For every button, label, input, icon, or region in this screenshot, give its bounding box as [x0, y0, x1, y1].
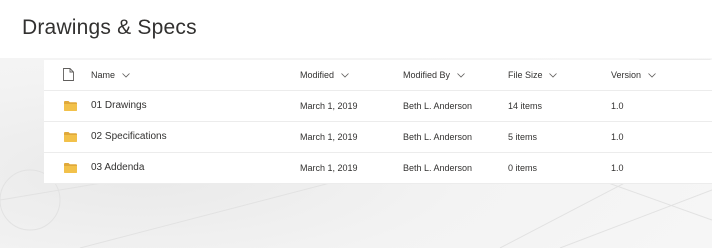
modified-date: March 1, 2019	[300, 132, 358, 142]
folder-icon	[64, 163, 77, 175]
column-header-row: Name Modified Modified By File Size Vers…	[44, 60, 712, 91]
folder-name-link[interactable]: 03 Addenda	[91, 153, 144, 183]
modified-by: Beth L. Anderson	[403, 132, 473, 142]
version: 1.0	[611, 132, 624, 142]
page-title: Drawings & Specs	[22, 16, 197, 39]
file-type-icon[interactable]	[63, 68, 74, 83]
file-size: 0 items	[508, 163, 538, 173]
table-row[interactable]: 01 Drawings March 1, 2019 Beth L. Anders…	[44, 91, 712, 122]
version: 1.0	[611, 163, 624, 173]
column-header-name[interactable]: Name	[91, 60, 130, 90]
column-header-modified-by[interactable]: Modified By	[403, 60, 465, 90]
column-header-modified-label: Modified	[300, 70, 335, 80]
chevron-down-icon	[549, 73, 557, 78]
folder-icon	[64, 101, 77, 113]
modified-date: March 1, 2019	[300, 163, 358, 173]
folder-name-link[interactable]: 02 Specifications	[91, 122, 167, 152]
chevron-down-icon	[647, 73, 656, 78]
document-list: Name Modified Modified By File Size Vers…	[44, 60, 712, 184]
version: 1.0	[611, 101, 624, 111]
modified-by: Beth L. Anderson	[403, 101, 473, 111]
chevron-down-icon	[121, 73, 130, 78]
chevron-down-icon	[456, 73, 465, 78]
column-header-version[interactable]: Version	[611, 60, 656, 90]
file-size: 5 items	[508, 132, 538, 142]
column-header-modified-by-label: Modified By	[403, 70, 451, 80]
column-header-name-label: Name	[91, 70, 116, 80]
column-header-file-size-label: File Size	[508, 70, 543, 80]
chevron-down-icon	[340, 73, 349, 78]
table-row[interactable]: 03 Addenda March 1, 2019 Beth L. Anderso…	[44, 153, 712, 184]
folder-name-link[interactable]: 01 Drawings	[91, 91, 147, 121]
column-header-version-label: Version	[611, 70, 642, 80]
file-size: 14 items	[508, 101, 543, 111]
modified-by: Beth L. Anderson	[403, 163, 473, 173]
column-header-file-size[interactable]: File Size	[508, 60, 557, 90]
column-header-modified[interactable]: Modified	[300, 60, 349, 90]
table-row[interactable]: 02 Specifications March 1, 2019 Beth L. …	[44, 122, 712, 153]
modified-date: March 1, 2019	[300, 101, 358, 111]
folder-icon	[64, 132, 77, 144]
